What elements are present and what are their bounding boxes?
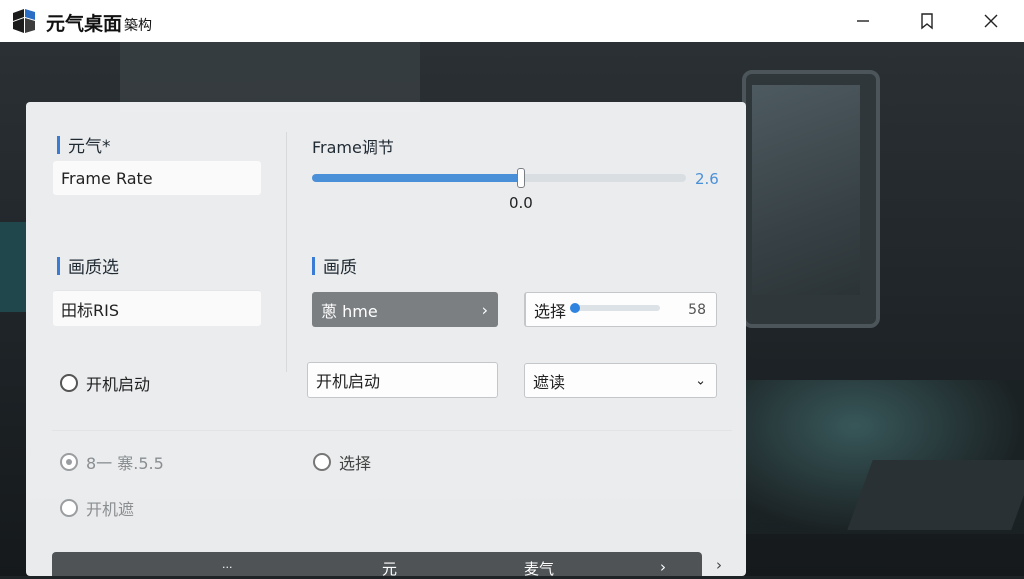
frame-adjust-title: Frame调节 xyxy=(312,138,394,157)
autostart-radio[interactable]: 开机启动 xyxy=(60,371,150,395)
dropdown-value: 遮读 xyxy=(533,372,566,392)
autostart-field[interactable]: 开机启动 xyxy=(307,362,498,398)
app-title-sub: 築构 xyxy=(124,18,153,34)
chevron-right-icon: › xyxy=(481,300,488,319)
option-left2-radio[interactable]: 开机遮 xyxy=(60,496,134,520)
option-left2-label: 开机遮 xyxy=(86,500,135,519)
option-right-radio[interactable]: 选择 xyxy=(313,450,371,474)
frame-slider-thumb[interactable] xyxy=(517,168,525,188)
accent-bar xyxy=(57,256,60,275)
radio-circle xyxy=(313,453,331,471)
column-divider xyxy=(286,132,287,372)
app-logo-icon xyxy=(13,9,35,33)
select-label: 选择 xyxy=(534,301,567,321)
autostart-field-label: 开机启动 xyxy=(316,372,381,391)
quality-preset-label: 蔥 hme xyxy=(321,301,378,321)
frame-slider-fill xyxy=(312,174,522,182)
section-divider xyxy=(52,430,732,431)
dropdown-select[interactable]: 遮读 ⌄ xyxy=(524,363,717,398)
option-left-label: 8一 寨.5.5 xyxy=(86,454,164,473)
frame-slider-min: 0.0 xyxy=(509,194,533,212)
bottom-toolbar[interactable]: ... 元 麦气 › xyxy=(52,552,702,578)
close-icon xyxy=(984,14,998,28)
autostart-radio-label: 开机启动 xyxy=(86,375,151,394)
app-title: 元气桌面 築构 xyxy=(46,9,152,36)
close-button[interactable] xyxy=(968,0,1014,42)
accent-bar xyxy=(312,256,315,275)
pin-button[interactable] xyxy=(904,0,950,42)
frame-slider-track[interactable] xyxy=(312,174,686,182)
section-title-yuanqi: 元气* xyxy=(57,132,111,157)
bg-monitor-screen xyxy=(752,85,860,295)
chevron-right-icon[interactable]: › xyxy=(716,556,722,574)
radio-circle xyxy=(60,499,78,517)
select-count: 58 xyxy=(688,301,706,318)
section-title-text: 画质选 xyxy=(68,258,119,278)
select-mini-slider[interactable] xyxy=(570,303,660,313)
quality-preset-button[interactable]: 蔥 hme › xyxy=(312,292,498,327)
title-bar: 元气桌面 築构 xyxy=(0,0,1024,43)
option-left-radio[interactable]: 8一 寨.5.5 xyxy=(60,450,164,474)
section-title-text: 元气* xyxy=(68,137,111,157)
frame-rate-field[interactable]: Frame Rate xyxy=(53,161,261,195)
bg-keyboard xyxy=(847,460,1024,530)
minimize-icon xyxy=(857,20,869,22)
mini-slider-thumb[interactable] xyxy=(570,303,580,313)
option-right-label: 选择 xyxy=(339,454,372,473)
bottom-arrow[interactable]: › xyxy=(660,558,666,576)
bottom-item-1[interactable]: ... xyxy=(222,558,233,571)
frame-rate-label: Frame Rate xyxy=(61,168,153,188)
section-title-quality-select: 画质选 xyxy=(57,253,119,278)
section-title-text: 画质 xyxy=(323,258,357,278)
chevron-down-icon: ⌄ xyxy=(695,373,706,388)
accent-bar xyxy=(57,135,60,154)
app-title-main: 元气桌面 xyxy=(46,13,123,35)
section-title-quality: 画质 xyxy=(312,253,357,278)
radio-circle-checked xyxy=(60,453,78,471)
quality-field[interactable]: 田标RIS xyxy=(53,290,261,326)
minimize-button[interactable] xyxy=(840,0,886,42)
bookmark-icon xyxy=(921,13,933,30)
frame-slider-value: 2.6 xyxy=(695,170,719,188)
radio-circle xyxy=(60,374,78,392)
quality-field-value: 田标RIS xyxy=(61,300,119,320)
